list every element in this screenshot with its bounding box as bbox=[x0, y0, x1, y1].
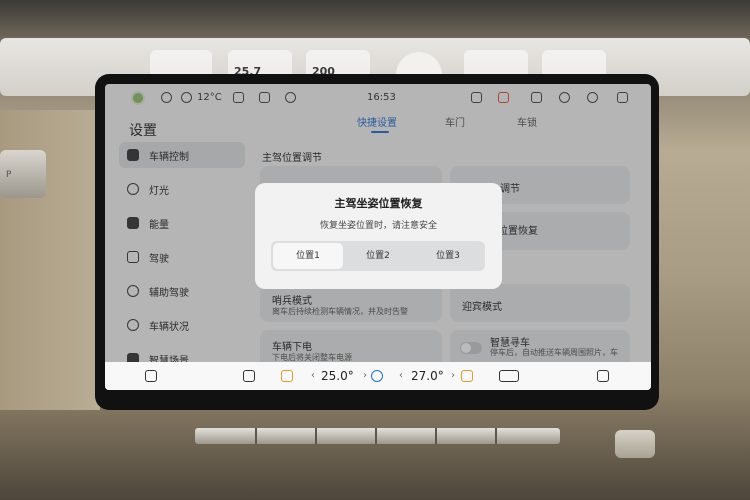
volume-icon[interactable] bbox=[597, 370, 609, 382]
dialog-title: 主驾坐姿位置恢复 bbox=[334, 197, 423, 210]
infotainment-screen: 12°C 16:53 设置 车辆控制 灯光 能量 驾驶 辅助驾驶 车辆状况 快捷… bbox=[105, 84, 651, 390]
vent-divider bbox=[495, 428, 497, 444]
door-handle bbox=[615, 430, 655, 458]
vent-divider bbox=[315, 428, 317, 444]
position-3-button[interactable]: 位置3 bbox=[413, 243, 483, 269]
position-1-button[interactable]: 位置1 bbox=[273, 243, 343, 269]
air-vent bbox=[195, 428, 560, 444]
seat-restore-dialog: 主驾坐姿位置恢复 恢复坐姿位置时，请注意安全 位置1 位置2 位置3 bbox=[255, 183, 502, 289]
position-selector: 位置1 位置2 位置3 bbox=[271, 241, 485, 271]
vent-divider bbox=[375, 428, 377, 444]
climate-dock: ‹ 25.0° › ‹ 27.0° › bbox=[105, 362, 651, 390]
chevron-right-icon[interactable]: › bbox=[451, 370, 455, 382]
chevron-left-icon[interactable]: ‹ bbox=[399, 370, 403, 382]
home-icon[interactable] bbox=[145, 370, 157, 382]
seat-heat-left-icon[interactable] bbox=[281, 370, 293, 382]
car-icon[interactable] bbox=[499, 370, 519, 382]
right-temperature: 27.0° bbox=[411, 369, 444, 383]
left-temperature: 25.0° bbox=[321, 369, 354, 383]
dialog-message: 恢复坐姿位置时，请注意安全 bbox=[319, 221, 437, 231]
vent-divider bbox=[435, 428, 437, 444]
fan-icon[interactable] bbox=[371, 370, 383, 382]
rear-defrost-icon[interactable] bbox=[243, 370, 255, 382]
seat-heat-right-icon[interactable] bbox=[461, 370, 473, 382]
chevron-left-icon[interactable]: ‹ bbox=[311, 370, 315, 382]
gear-label: P bbox=[6, 170, 12, 180]
position-2-button[interactable]: 位置2 bbox=[343, 243, 413, 269]
vent-divider bbox=[255, 428, 257, 444]
chevron-right-icon[interactable]: › bbox=[363, 370, 367, 382]
